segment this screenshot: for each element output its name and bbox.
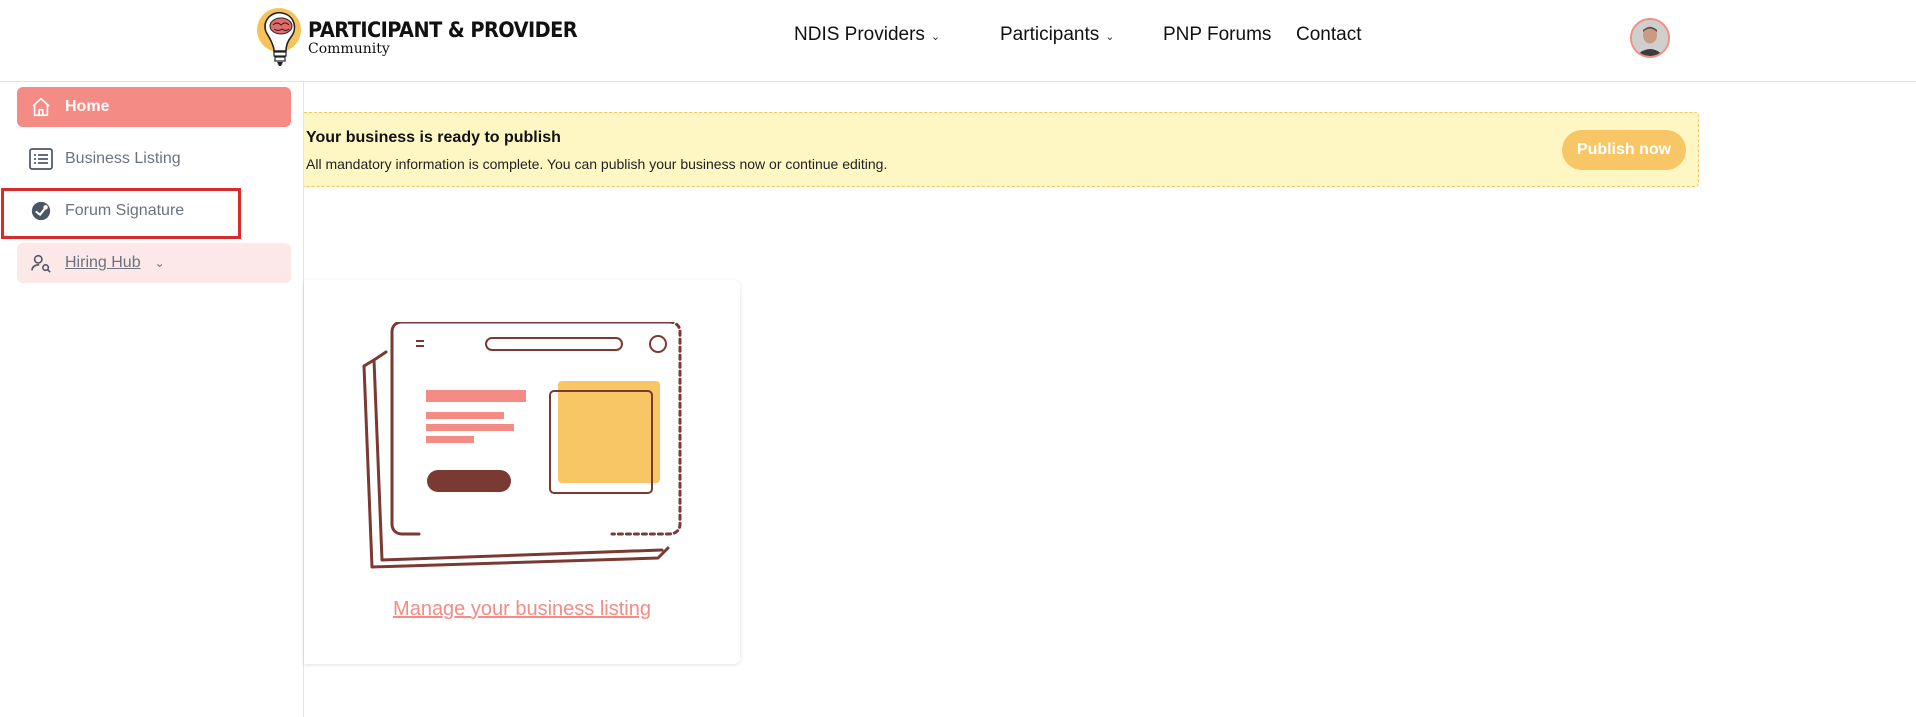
nav-participants[interactable]: Participants ⌄ [1000,24,1115,46]
sidebar-item-label: Business Listing [65,150,181,167]
publish-now-button[interactable]: Publish now [1562,130,1686,170]
brand-title: PARTICIPANT & PROVIDER [308,17,578,42]
top-header: PARTICIPANT & PROVIDER Community NDIS Pr… [0,0,1916,82]
sidebar: Home Business Listing Forum Signature Hi… [0,82,304,717]
lightbulb-brain-logo-icon [257,8,301,66]
chevron-down-icon: ⌄ [930,31,941,43]
user-search-icon [29,251,53,275]
signature-icon [29,199,53,223]
sidebar-item-label: Home [65,98,110,115]
brand-subtitle: Community [308,40,390,57]
manage-business-listing-link[interactable]: Manage your business listing [304,598,740,621]
banner-title: Your business is ready to publish [306,129,561,146]
banner-description: All mandatory information is complete. Y… [306,156,888,172]
user-avatar[interactable] [1630,18,1670,58]
sidebar-item-hiring-hub[interactable]: Hiring Hub ⌄ [17,243,291,283]
sidebar-item-business-listing[interactable]: Business Listing [17,139,291,179]
avatar-photo-icon [1632,20,1668,56]
manage-listing-card: Manage your business listing [304,280,740,664]
brand-logo[interactable]: PARTICIPANT & PROVIDER Community [254,6,601,70]
business-listing-illustration-icon [362,322,682,569]
sidebar-item-forum-signature[interactable]: Forum Signature [17,191,291,231]
chevron-down-icon: ⌄ [1105,31,1115,43]
publish-ready-banner: Your business is ready to publish All ma… [304,112,1699,187]
nav-ndis-providers[interactable]: NDIS Providers ⌄ [794,24,940,46]
sidebar-item-label: Forum Signature [65,202,185,219]
sidebar-item-home[interactable]: Home [17,87,291,127]
nav-contact[interactable]: Contact [1296,24,1361,46]
chevron-down-icon[interactable]: ⌄ [155,256,165,270]
nav-pnp-forums[interactable]: PNP Forums [1163,24,1271,46]
home-icon [29,95,53,119]
list-icon [29,147,53,171]
sidebar-item-label: Hiring Hub [65,254,141,271]
